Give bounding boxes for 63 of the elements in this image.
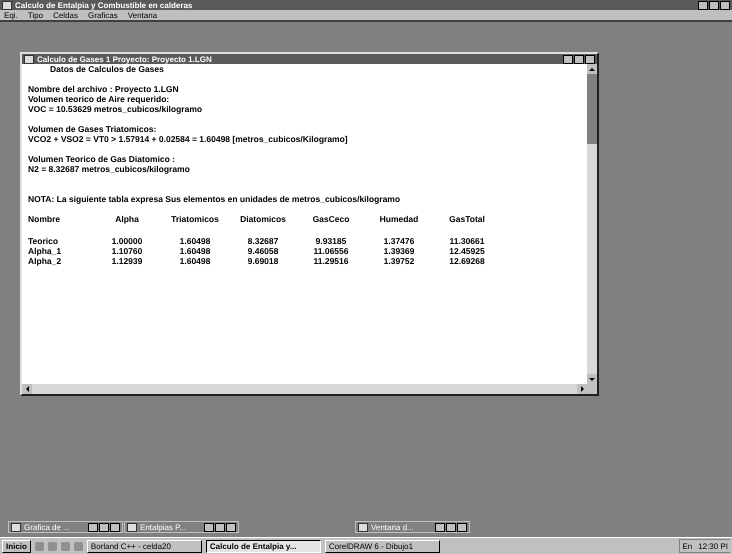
report-heading: Datos de Calculos de Gases (49, 64, 165, 74)
table-cell-text: 1.12939 (110, 256, 144, 266)
language-indicator[interactable]: En (682, 542, 692, 550)
horizontal-scrollbar[interactable] (22, 384, 587, 394)
column-header: Nombre (28, 214, 62, 224)
document-icon (24, 54, 34, 64)
table-cell-text: Alpha_2 (28, 256, 62, 266)
table-cell-text: 1.00000 (110, 236, 144, 246)
table-cell-text: 9.46058 (246, 246, 280, 256)
minimize-button[interactable] (563, 54, 573, 64)
taskbar-button[interactable]: Borland C++ - celda20 (86, 540, 202, 552)
table-cell-text: 1.39752 (382, 256, 416, 266)
report-line: Nombre del archivo : Proyecto 1.LGN (28, 84, 180, 94)
column-header: GasTotal (448, 214, 486, 224)
minimize-button[interactable] (698, 0, 708, 10)
menu-item[interactable]: Eqi. (4, 10, 18, 20)
report-line: Volumen de Gases Triatomicos: (28, 124, 158, 134)
report-line: VCO2 + VSO2 = VT0 > 1.57914 + 0.02584 = 1.60498 [metros_cubicos/Kilogramo] (28, 134, 349, 144)
minimized-window[interactable]: Ventana d... (355, 521, 470, 533)
column-header: Humedad (378, 214, 420, 224)
clock: 12:30 PI (698, 542, 728, 550)
window-title: Calculo de Entalpia y Combustible en calderas (15, 0, 192, 10)
table-cell-text: 11.06556 (312, 246, 350, 256)
minimized-window[interactable]: Grafica de ... (8, 521, 123, 533)
table-cell-text: Alpha_1 (28, 246, 62, 256)
report-line: NOTA: La siguiente tabla expresa Sus elementos en unidades de metros_cubicos/kilogramo (28, 194, 402, 204)
table-cell-text: 11.29516 (312, 256, 350, 266)
menu-item[interactable]: Ventana (128, 10, 158, 20)
menu-item[interactable]: Celdas (53, 10, 78, 20)
close-button[interactable] (720, 0, 730, 10)
report-line: VOC = 10.53629 metros_cubicos/kilogramo (28, 104, 204, 114)
maximize-button[interactable] (574, 54, 584, 64)
report-line: Volumen Teorico de Gas Diatomico : (28, 154, 176, 164)
table-cell-text: 12.45925 (448, 246, 486, 256)
minimized-window[interactable]: Entalpias P... (124, 521, 239, 533)
table-cell-text: 1.39369 (382, 246, 416, 256)
table-cell-text: 9.93185 (314, 236, 348, 246)
start-button[interactable]: Inicio (2, 540, 31, 552)
close-button[interactable] (585, 54, 595, 64)
table-cell-text: 1.60498 (178, 256, 212, 266)
taskbar-button[interactable]: Calculo de Entalpia y... (206, 540, 321, 552)
table-cell-text: 8.32687 (246, 236, 280, 246)
table-cell-text: 9.69018 (246, 256, 280, 266)
menu-item[interactable]: Graficas (88, 10, 118, 20)
menu-item[interactable]: Tipo (28, 10, 44, 20)
table-cell-text: 1.60498 (178, 246, 212, 256)
column-header: GasCeco (312, 214, 350, 224)
column-header: Alpha (114, 214, 140, 224)
table-cell-text: 1.60498 (178, 236, 212, 246)
table-cell-text: 1.37476 (382, 236, 416, 246)
report-line: N2 = 8.32687 metros_cubicos/kilogramo (28, 164, 191, 174)
column-header: Diatomicos (239, 214, 287, 224)
report-line: Volumen teorico de Aire requerido: (28, 94, 170, 104)
table-cell-text: 11.30661 (448, 236, 486, 246)
table-cell-text: Teorico (28, 236, 60, 246)
restore-button[interactable] (709, 0, 719, 10)
app-icon (2, 0, 12, 10)
child-window-title: Calculo de Gases 1 Proyecto: Proyecto 1.LGN (37, 54, 212, 64)
table-cell-text: 12.69268 (448, 256, 486, 266)
taskbar-button[interactable]: CorelDRAW 6 - Dibujo1 (324, 540, 440, 552)
table-cell-text: 1.10760 (110, 246, 144, 256)
column-header: Triatomicos (170, 214, 220, 224)
vertical-scrollbar[interactable] (587, 64, 597, 384)
